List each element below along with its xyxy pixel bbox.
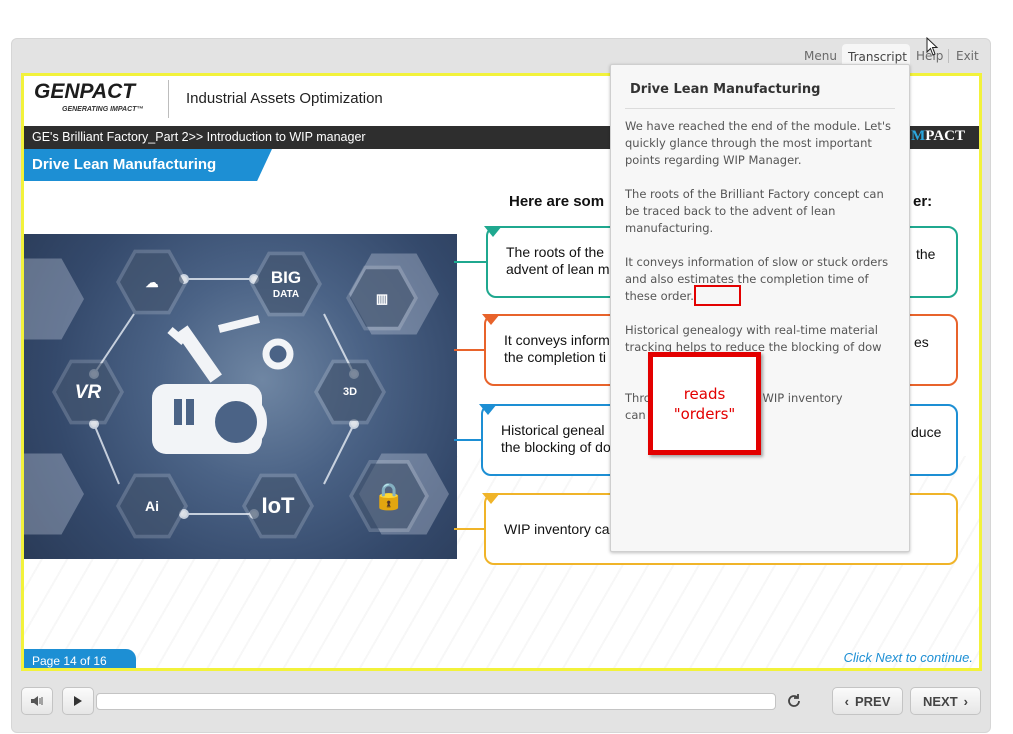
card-connector (454, 349, 486, 351)
card-text-tail: duce (911, 424, 942, 440)
big-data-icon: BIG DATA (254, 255, 318, 313)
cloud-settings-icon: ☁ (120, 253, 184, 311)
header-divider (168, 80, 169, 118)
data-label: DATA (272, 288, 300, 300)
card-text: WIP inventory ca (504, 521, 610, 537)
lock-icon: 🔒 (353, 463, 425, 529)
logo-tagline: GENERATING IMPACT™ (62, 106, 144, 113)
triangle-marker-icon (482, 314, 500, 325)
card-text: It conveys inform the completion ti (504, 332, 610, 365)
robot-arm-icon (152, 315, 294, 454)
chevron-left-icon: ‹ (844, 693, 849, 709)
card-connector (454, 528, 486, 530)
vr-label: VR (74, 381, 102, 403)
volume-button[interactable] (21, 687, 53, 715)
play-icon (74, 696, 82, 706)
nav-menu[interactable]: Menu (804, 49, 837, 63)
seek-bar[interactable] (96, 693, 776, 710)
ai-chip-icon: Ai (120, 477, 184, 535)
slide-title-banner: Drive Lean Manufacturing (24, 149, 272, 181)
vr-icon: VR (56, 363, 120, 421)
big-label: BIG (270, 267, 302, 287)
factory-icon: ▥ (350, 269, 414, 327)
triangle-marker-icon (479, 404, 497, 415)
slide-title: Drive Lean Manufacturing (32, 156, 217, 173)
transcript-paragraph: We have reached the end of the module. L… (625, 119, 892, 167)
impact-brand: MPACT (911, 128, 965, 145)
card-text-tail: es (914, 334, 929, 350)
speaker-icon (31, 696, 43, 706)
nav-exit[interactable]: Exit (956, 49, 979, 63)
annotation-line2: "orders" (673, 404, 736, 423)
triangle-marker-icon (482, 493, 500, 504)
slide-heading: Here are som (509, 193, 605, 210)
page-indicator: Page 14 of 16 (24, 649, 136, 668)
prev-button[interactable]: ‹ PREV (832, 687, 903, 715)
breadcrumb: GE's Brilliant Factory_Part 2>> Introduc… (32, 130, 366, 144)
course-title: Industrial Assets Optimization (186, 90, 383, 107)
transcript-panel[interactable]: Drive Lean Manufacturing We have reached… (610, 64, 910, 552)
transcript-paragraph: Historical genealogy with real-time mate… (625, 323, 882, 354)
transcript-paragraph: It conveys information of slow or stuck … (625, 255, 889, 303)
logo-wordmark: GENPACT (34, 80, 136, 103)
playback-controls: ‹ PREV NEXT › (12, 679, 992, 734)
card-text: The roots of the advent of lean m (506, 244, 610, 277)
replay-icon (788, 694, 800, 707)
ai-label: Ai (145, 498, 159, 514)
card-connector (454, 439, 483, 441)
impact-brand-text: PACT (925, 128, 965, 144)
iot-icon: IoT (246, 477, 310, 535)
annotation-callout: reads "orders" (648, 352, 761, 455)
page-label: Page 14 of 16 (32, 654, 107, 668)
card-connector (454, 261, 488, 263)
triangle-marker-icon (484, 226, 502, 237)
genpact-logo: GENPACT GENERATING IMPACT™ (34, 80, 164, 120)
prev-label: PREV (854, 693, 891, 709)
play-button[interactable] (62, 687, 94, 715)
nav-divider (948, 49, 949, 63)
annotation-line1: reads (683, 384, 726, 403)
next-label: NEXT (922, 693, 958, 709)
impact-brand-m: M (911, 128, 926, 144)
transcript-divider (625, 108, 895, 109)
3d-label: 3D (342, 385, 358, 398)
card-text-tail: the (916, 246, 936, 262)
next-button[interactable]: NEXT › (910, 687, 981, 715)
highlight-box (694, 285, 741, 306)
transcript-title: Drive Lean Manufacturing (630, 82, 821, 97)
next-hint: Click Next to continue. (843, 650, 973, 665)
3d-printer-icon: 3D (318, 363, 382, 421)
mouse-cursor-icon (926, 37, 939, 56)
slide-heading-tail: er: (913, 193, 933, 210)
chevron-right-icon: › (963, 693, 968, 709)
replay-button[interactable] (782, 687, 806, 715)
transcript-paragraph: The roots of the Brilliant Factory conce… (625, 187, 884, 235)
card-text: Historical geneal the blocking of do (501, 422, 611, 455)
iot-label: IoT (261, 493, 295, 518)
hero-image: ☁ BIG DATA ▥ VR 3D Ai IoT 🔒 (24, 234, 457, 559)
